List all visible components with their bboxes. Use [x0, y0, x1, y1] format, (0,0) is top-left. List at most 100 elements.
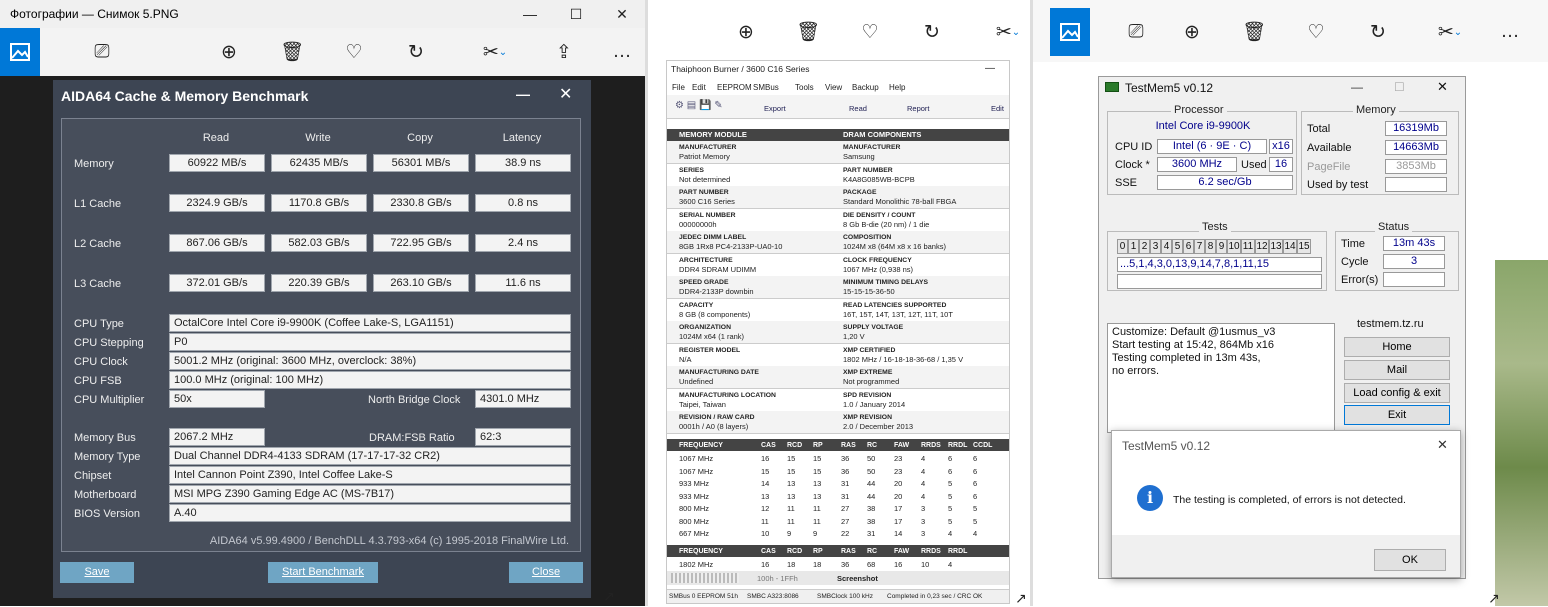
cpuid-threads: x16	[1269, 139, 1293, 154]
col-copy: Copy	[407, 132, 433, 144]
favorite-icon[interactable]: ♡	[340, 28, 368, 76]
report-button[interactable]: Report	[907, 104, 930, 113]
timing-cell: 36	[841, 466, 850, 476]
motherboard-label: Motherboard	[74, 489, 137, 501]
more-icon[interactable]: …	[1496, 8, 1524, 56]
zoom-icon[interactable]: ⊕	[1178, 8, 1206, 56]
memory-type-value: Dual Channel DDR4-4133 SDRAM (17-17-17-3…	[169, 447, 571, 465]
aida64-title: AIDA64 Cache & Memory Benchmark	[61, 88, 309, 104]
delete-icon[interactable]: 🗑	[278, 28, 306, 76]
screenshot-button[interactable]: Screenshot	[837, 574, 878, 583]
menu-edit[interactable]: Edit	[692, 83, 706, 92]
menu-eeprom[interactable]: EEPROM	[717, 83, 752, 92]
nb-clock-label: North Bridge Clock	[368, 394, 461, 406]
timing-cell: 31	[867, 529, 876, 538]
edit-button[interactable]: Edit	[991, 104, 1004, 113]
zoom-icon[interactable]: ⊕	[732, 8, 760, 56]
expand-icon[interactable]: ↗	[603, 588, 615, 605]
edit-icon[interactable]: ✂ ⌄	[1430, 8, 1470, 56]
read-button[interactable]: Read	[849, 104, 867, 113]
slideshow-icon[interactable]: ⎚	[88, 28, 116, 76]
test-cell: 8	[1205, 239, 1216, 254]
timing-cell: 13	[813, 491, 822, 501]
spd-right-key: MANUFACTURER	[843, 144, 901, 151]
share-icon[interactable]: ⇪	[550, 28, 578, 76]
minimize-button[interactable]: —	[1351, 80, 1363, 94]
expand-icon[interactable]: ↗	[1015, 590, 1027, 607]
cpu-fsb-value: 100.0 MHz (original: 100 MHz)	[169, 371, 571, 389]
menu-help[interactable]: Help	[889, 83, 905, 92]
menu-smbus[interactable]: SMBus	[753, 83, 779, 92]
spd-right-key: PART NUMBER	[843, 166, 893, 174]
l3-write: 220.39 GB/s	[271, 274, 367, 292]
load-config-button[interactable]: Load config & exit	[1344, 383, 1450, 403]
rotate-icon[interactable]: ↻	[1364, 8, 1392, 56]
slideshow-icon[interactable]: ⎚	[1122, 8, 1150, 56]
timing-cell: 6	[973, 479, 978, 488]
xmp-col-header: RRDL	[948, 548, 968, 555]
sse-value: 6.2 sec/Gb	[1157, 175, 1293, 190]
col-latency: Latency	[502, 132, 542, 144]
mail-button[interactable]: Mail	[1344, 360, 1450, 380]
dram-components-header: DRAM COMPONENTS	[843, 130, 922, 139]
delete-icon[interactable]: 🗑	[1240, 8, 1268, 56]
save-button[interactable]: Save	[60, 562, 134, 583]
ok-button[interactable]: OK	[1374, 549, 1446, 571]
test-cell: 5	[1172, 239, 1183, 254]
close-button[interactable]: ✕	[1437, 79, 1448, 95]
rotate-icon[interactable]: ↻	[918, 8, 946, 56]
timing-cell: 9	[787, 529, 792, 538]
cpu-multiplier-value: 50x	[169, 390, 265, 408]
menu-file[interactable]: File	[672, 83, 685, 92]
timing-cell: 5	[948, 479, 953, 488]
timing-cell: 44	[867, 479, 876, 488]
memory-bus-label: Memory Bus	[74, 432, 136, 444]
menu-view[interactable]: View	[825, 83, 842, 92]
l2-write: 582.03 GB/s	[271, 234, 367, 252]
timing-cell: 20	[894, 479, 903, 488]
minimize-button[interactable]: —	[985, 64, 995, 74]
expand-icon[interactable]: ↗	[1488, 590, 1500, 607]
chipset-label: Chipset	[74, 470, 112, 482]
favorite-icon[interactable]: ♡	[1302, 8, 1330, 56]
timing-cell: 38	[867, 504, 876, 513]
maximize-button[interactable]: ☐	[1394, 80, 1405, 94]
photos-icon[interactable]	[1050, 8, 1090, 56]
close-button[interactable]: ✕	[599, 6, 645, 23]
delete-icon[interactable]: 🗑	[794, 8, 822, 56]
edit-icon[interactable]: ✂ ⌄	[988, 8, 1028, 56]
row-label-memory: Memory	[74, 158, 114, 170]
memory-type-label: Memory Type	[74, 451, 141, 463]
spd-left-key: REGISTER MODEL	[679, 346, 741, 354]
more-icon[interactable]: …	[608, 28, 636, 76]
timing-cell: 3	[921, 504, 926, 513]
dialog-close-button[interactable]: ✕	[1437, 437, 1448, 453]
memory-module-header: MEMORY MODULE	[679, 130, 747, 139]
export-button[interactable]: Export	[764, 104, 786, 113]
spd-right-key: XMP EXTREME	[843, 369, 893, 376]
start-benchmark-button[interactable]: Start Benchmark	[268, 562, 378, 583]
close-button[interactable]: ✕	[559, 84, 572, 104]
maximize-button[interactable]: ☐	[553, 6, 599, 23]
timing-col-header: CAS	[761, 442, 776, 449]
timing-col-header: RAS	[841, 442, 856, 449]
zoom-icon[interactable]: ⊕	[215, 28, 243, 76]
photos-icon[interactable]	[0, 28, 40, 76]
site-link[interactable]: testmem.tz.ru	[1357, 318, 1424, 330]
rotate-icon[interactable]: ↻	[402, 28, 430, 76]
menu-tools[interactable]: Tools	[795, 83, 814, 92]
test-cell: 3	[1150, 239, 1161, 254]
home-button[interactable]: Home	[1344, 337, 1450, 357]
xmp-col-header: RAS	[841, 548, 856, 555]
minimize-button[interactable]: —	[507, 6, 553, 22]
menu-backup[interactable]: Backup	[852, 83, 879, 92]
spd-left-key: SPEED GRADE	[679, 279, 729, 286]
minimize-button[interactable]: —	[516, 86, 530, 102]
exit-button[interactable]: Exit	[1344, 405, 1450, 425]
xmp-cell: 18	[813, 560, 822, 569]
edit-icon[interactable]: ✂ ⌄	[475, 28, 515, 76]
processor-label: Processor	[1171, 104, 1227, 116]
timing-cell: 9	[813, 529, 818, 538]
favorite-icon[interactable]: ♡	[856, 8, 884, 56]
close-benchmark-button[interactable]: Close	[509, 562, 583, 583]
